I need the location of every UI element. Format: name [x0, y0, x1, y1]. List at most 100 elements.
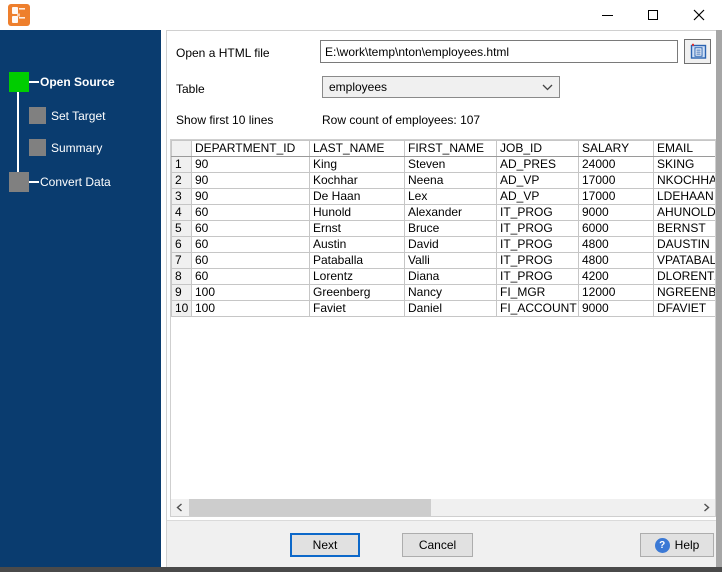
row-number: 9 [171, 284, 192, 301]
row-number: 8 [171, 268, 192, 285]
horizontal-scrollbar[interactable] [171, 499, 715, 516]
cell: AD_VP [496, 188, 579, 205]
grid-column-header[interactable]: JOB_ID [496, 140, 579, 157]
table-row[interactable]: 1 90 King Steven AD_PRES 24000 SKING [171, 156, 715, 173]
minimize-icon [601, 14, 613, 16]
cell: Lorentz [309, 268, 405, 285]
grid-column-header[interactable]: FIRST_NAME [404, 140, 497, 157]
cell: 17000 [578, 172, 654, 189]
scrollbar-thumb[interactable] [189, 499, 431, 516]
cell: AD_VP [496, 172, 579, 189]
row-count-text: Row count of employees: 107 [322, 113, 481, 127]
grid-column-header[interactable]: SALARY [578, 140, 654, 157]
step-connector-stub [29, 81, 39, 83]
chevron-down-icon [542, 84, 553, 90]
cell: Nancy [404, 284, 497, 301]
close-button[interactable] [676, 0, 722, 30]
cell: 90 [191, 156, 310, 173]
close-icon [693, 9, 705, 21]
open-file-dialog-icon [690, 43, 706, 59]
table-row[interactable]: 9100GreenbergNancyFI_MGR12000NGREENBE [171, 284, 715, 301]
scroll-right-button[interactable] [698, 499, 715, 516]
step-connector-line [17, 92, 19, 174]
cell: 60 [191, 236, 310, 253]
maximize-button[interactable] [630, 0, 676, 30]
sidebar-item-convert-data: Convert Data [40, 175, 111, 189]
step-indicator-convert-data [9, 172, 29, 192]
row-number: 3 [171, 188, 192, 205]
cell: De Haan [309, 188, 405, 205]
table-row[interactable]: 8 60 Lorentz Diana IT_PROG 4200 DLORENTZ [171, 268, 715, 285]
chevron-left-icon [176, 503, 182, 512]
help-icon: ? [654, 537, 670, 553]
grid-column-header[interactable]: LAST_NAME [309, 140, 405, 157]
cell: 4800 [578, 252, 654, 269]
sidebar-item-summary: Summary [51, 141, 103, 155]
help-button[interactable]: ? Help [640, 533, 714, 557]
cell: 9000 [578, 204, 654, 221]
row-number: 6 [171, 236, 192, 253]
cell: FI_ACCOUNT [496, 300, 579, 317]
row-number: 4 [171, 204, 192, 221]
cell: 17000 [578, 188, 654, 205]
file-label: Open a HTML file [176, 46, 270, 60]
table-row[interactable]: 3 90 De Haan Lex AD_VP 17000 LDEHAAN [171, 188, 715, 205]
cell: Neena [404, 172, 497, 189]
cell: 60 [191, 204, 310, 221]
cell: 24000 [578, 156, 654, 173]
table-row[interactable]: 290KochharNeenaAD_VP17000NKOCHHAR [171, 172, 715, 189]
cell: BERNST [653, 220, 715, 237]
chevron-right-icon [704, 503, 710, 512]
cell: King [309, 156, 405, 173]
minimize-button[interactable] [584, 0, 630, 30]
table-row[interactable]: 6 60 Austin David IT_PROG 4800 DAUSTIN [171, 236, 715, 253]
data-preview-grid: DEPARTMENT_ID LAST_NAME FIRST_NAME JOB_ID SA… [170, 139, 716, 517]
grid-column-header[interactable]: DEPARTMENT_ID [191, 140, 310, 157]
grid-column-header[interactable]: EMAIL [653, 140, 715, 157]
cell: IT_PROG [496, 236, 579, 253]
cell: LDEHAAN [653, 188, 715, 205]
cell: 100 [191, 300, 310, 317]
next-button[interactable]: Next [290, 533, 360, 557]
cell: 90 [191, 172, 310, 189]
grid-body: 1 90 King Steven AD_PRES 24000 SKING 2 90 Kochhar… [171, 156, 715, 317]
cell: 60 [191, 268, 310, 285]
cell: NGREENBE [653, 284, 715, 301]
table-row[interactable]: 7 60 Pataballa Valli IT_PROG 4800 VPATABAL [171, 252, 715, 269]
browse-button[interactable] [684, 39, 711, 64]
cell: Faviet [309, 300, 405, 317]
row-number: 10 [171, 300, 192, 317]
cell: David [404, 236, 497, 253]
help-button-label: Help [674, 538, 700, 552]
cell: Valli [404, 252, 497, 269]
app-window: Open Source Set Target Summary Convert D… [0, 0, 722, 572]
step-indicator-open-source [9, 72, 29, 92]
title-bar[interactable] [0, 0, 722, 30]
preview-note: Show first 10 lines [176, 113, 274, 127]
cell: 100 [191, 284, 310, 301]
step-connector-stub [29, 181, 39, 183]
cell: 12000 [578, 284, 654, 301]
cell: Daniel [404, 300, 497, 317]
step-indicator-summary [29, 139, 46, 156]
cell: 4800 [578, 236, 654, 253]
table-row[interactable]: 10 100 Faviet Daniel FI_ACCOUNT 9000 DFAVIET [171, 300, 715, 317]
table-select[interactable]: employees [322, 76, 560, 98]
file-path-input[interactable] [320, 40, 678, 63]
cell: DLORENTZ [653, 268, 715, 285]
maximize-icon [648, 10, 658, 20]
cell: 60 [191, 252, 310, 269]
cell: NKOCHHAR [653, 172, 715, 189]
cell: AHUNOLD [653, 204, 715, 221]
cell: IT_PROG [496, 252, 579, 269]
cancel-button[interactable]: Cancel [402, 533, 473, 557]
table-row[interactable]: 5 60 Ernst Bruce IT_PROG 6000 BERNST [171, 220, 715, 237]
scroll-left-button[interactable] [171, 499, 188, 516]
row-number: 5 [171, 220, 192, 237]
cell: VPATABAL [653, 252, 715, 269]
cell: Steven [404, 156, 497, 173]
window-controls [584, 0, 722, 30]
button-bar: Next Cancel ? Help [167, 520, 716, 567]
table-row[interactable]: 4 60 Hunold Alexander IT_PROG 9000 AHUNOLD [171, 204, 715, 221]
cell: Austin [309, 236, 405, 253]
